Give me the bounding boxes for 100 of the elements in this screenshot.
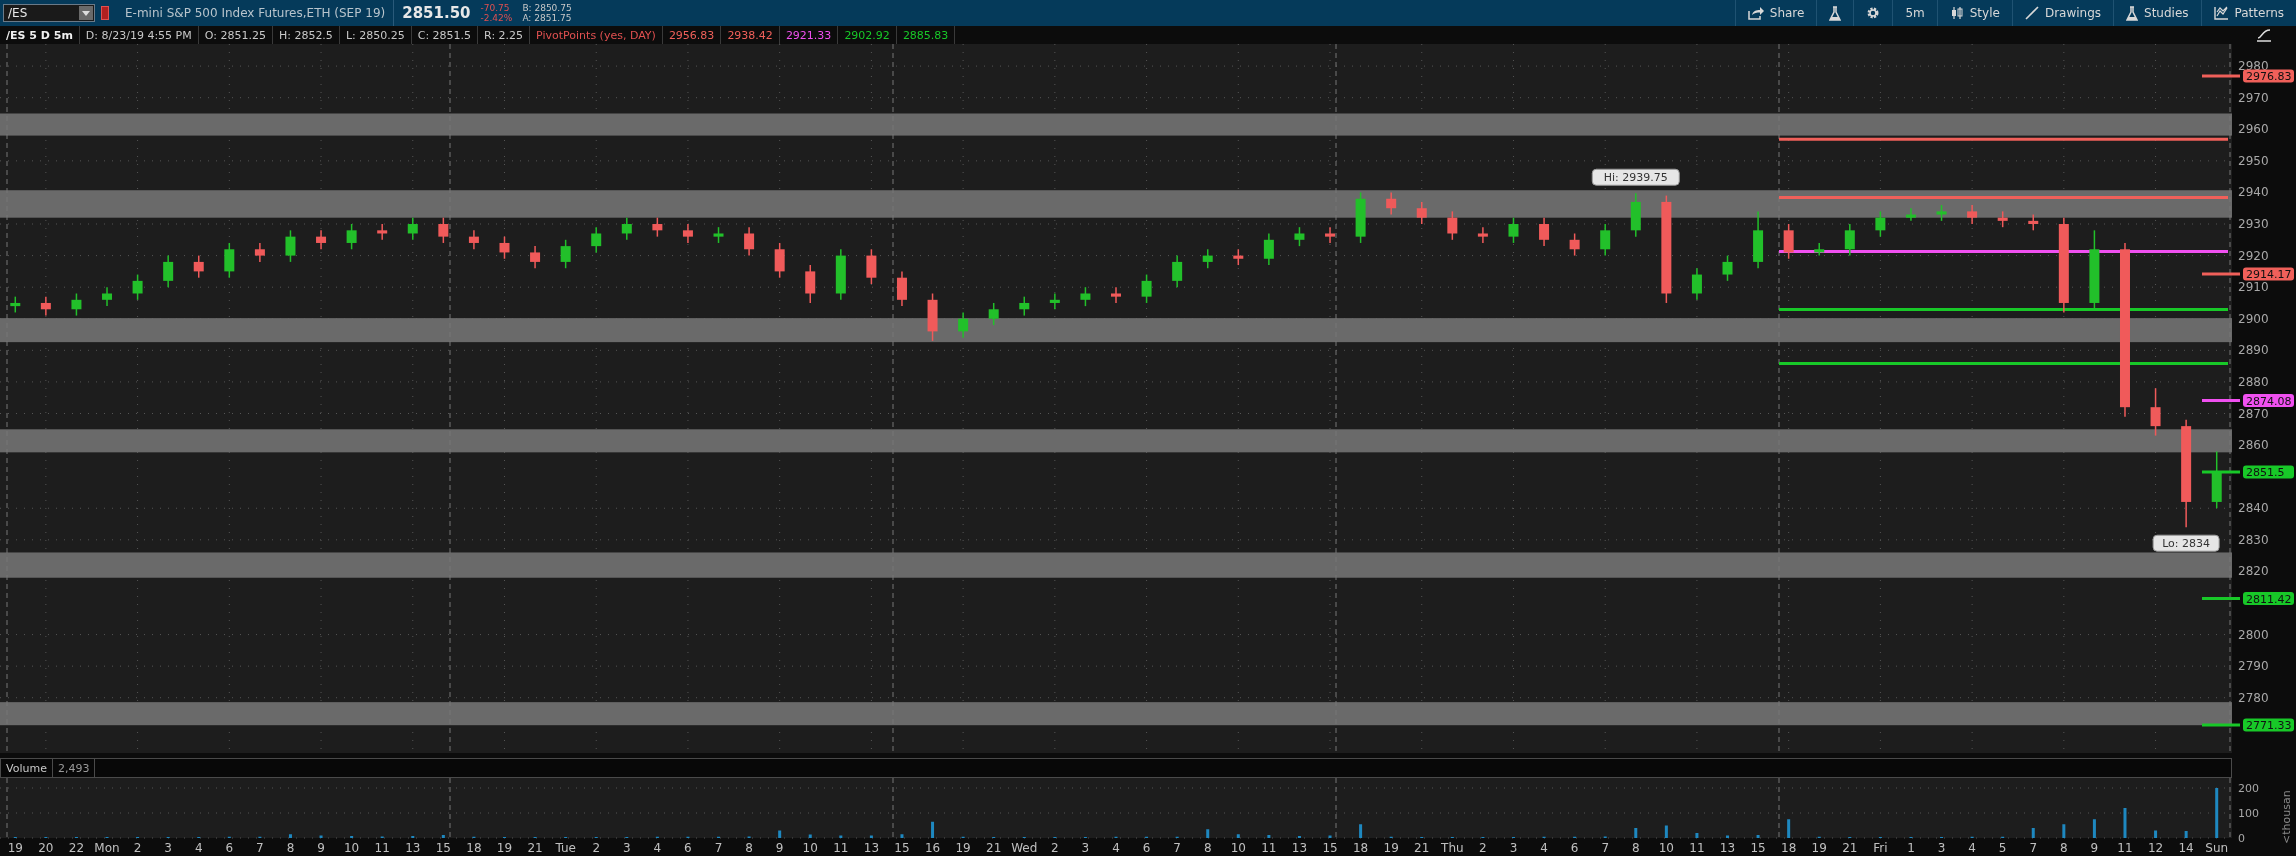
time-axis-label: 4 <box>194 841 203 855</box>
volume-value: 2,493 <box>52 759 96 777</box>
time-axis-label: 18 <box>466 841 482 855</box>
symbol-field[interactable]: /ES <box>3 4 95 22</box>
time-axis-label: 8 <box>2060 841 2068 855</box>
ask-price: A: 2851.75 <box>522 13 572 23</box>
net-change: -70.75 <box>480 3 511 13</box>
price-tag: 2851.5 <box>2243 465 2294 479</box>
time-axis-label: 21 <box>527 841 543 855</box>
time-axis-label: 21 <box>1414 841 1430 855</box>
time-axis-label: 4 <box>1540 841 1548 855</box>
time-axis-label: 9 <box>2090 841 2099 855</box>
time-axis-label: 21 <box>1842 841 1858 855</box>
time-axis-label: 2 <box>1479 841 1487 855</box>
price-axis-label: 2880 <box>2238 374 2269 389</box>
time-axis-label: 13 <box>863 841 880 855</box>
time-axis-label: 7 <box>1173 841 1181 855</box>
time-axis-label: 8 <box>1203 841 1212 855</box>
time-axis-label: 11 <box>2117 841 2133 855</box>
time-axis-label: 19 <box>496 841 513 855</box>
price-axis-label: 2860 <box>2238 438 2269 453</box>
time-axis-label: 10 <box>1230 841 1246 855</box>
price-axis-label: 2830 <box>2238 532 2269 547</box>
time-axis-label: 11 <box>833 841 849 855</box>
bid-price: B: 2850.75 <box>522 3 572 13</box>
time-axis-label: 7 <box>2029 841 2038 855</box>
time-axis-label: 9 <box>775 841 784 855</box>
time-axis-label: 15 <box>894 841 910 855</box>
price-axis-label: 2940 <box>2238 185 2269 200</box>
time-axis-label: 18 <box>1781 841 1797 855</box>
time-axis-label: 11 <box>374 841 390 855</box>
price-axis-label: 2960 <box>2238 122 2269 137</box>
time-axis-label: 6 <box>225 841 234 855</box>
time-axis-label: 12 <box>2147 841 2164 855</box>
time-axis-label: 10 <box>344 841 360 855</box>
time-axis-label: 13 <box>1719 841 1736 855</box>
percent-change: -2.42% <box>480 13 513 23</box>
time-axis-label: 22 <box>68 841 85 855</box>
volume-axis-label: 100 <box>2238 807 2259 820</box>
price-tag: 2874.08 <box>2243 394 2294 408</box>
time-axis-label: 2 <box>133 841 142 855</box>
time-axis-label: 19 <box>1811 841 1827 855</box>
time-axis-label: 3 <box>1509 841 1518 855</box>
price-axis-label: 2790 <box>2238 659 2269 674</box>
time-axis-label: 3 <box>164 841 172 855</box>
time-axis-label: 3 <box>1937 841 1946 855</box>
time-axis-label: 9 <box>317 841 325 855</box>
time-axis-label: 6 <box>1142 841 1151 855</box>
time-axis-label: 2 <box>1051 841 1059 855</box>
time-axis-label: 8 <box>745 841 753 855</box>
time-axis-label: 6 <box>1570 841 1579 855</box>
price-callout: Lo: 2834 <box>2152 534 2220 552</box>
volume-axis-label: 200 <box>2238 782 2259 795</box>
time-axis-label: 15 <box>1750 841 1766 855</box>
annotation: Lo: 2834 <box>2162 537 2211 551</box>
time-axis-label: Mon <box>94 841 120 855</box>
time-axis-label: 11 <box>1261 841 1277 855</box>
volume-axis-label: 0 <box>2238 832 2245 845</box>
time-axis-label: 14 <box>2178 841 2194 855</box>
time-axis-label: 19 <box>955 841 971 855</box>
time-axis-label: 4 <box>1112 841 1120 855</box>
time-axis-label: 20 <box>38 841 54 855</box>
instrument-description: E-mini S&P 500 Index Futures,ETH (SEP 19) <box>125 6 386 20</box>
time-axis-label: 13 <box>1291 841 1308 855</box>
price-tag: 2811.42 <box>2243 592 2294 606</box>
time-axis-label: 1 <box>1907 841 1915 855</box>
time-axis-label: 2 <box>592 841 601 855</box>
price-axis-label: 2970 <box>2238 90 2269 105</box>
volume-unit-label: <thousan <box>2280 790 2293 844</box>
time-axis-label: 18 <box>1352 841 1369 855</box>
price-callout: Hi: 2939.75 <box>1591 168 1680 186</box>
price-axis-label: 2780 <box>2238 690 2269 705</box>
time-axis-label: 7 <box>256 841 264 855</box>
price-axis-label: 2950 <box>2238 153 2269 168</box>
time-axis-label: 7 <box>714 841 723 855</box>
time-axis-label: 10 <box>802 841 818 855</box>
price-axis-label: 2920 <box>2238 248 2269 263</box>
time-axis-label: 10 <box>1658 841 1674 855</box>
time-axis-label: 15 <box>1322 841 1338 855</box>
time-axis-label: 19 <box>7 841 23 855</box>
time-axis-label: Thu <box>1441 841 1464 855</box>
time-axis-label: 15 <box>435 841 451 855</box>
time-axis-label: 13 <box>405 841 421 855</box>
price-axis-label: 2910 <box>2238 280 2269 295</box>
time-axis-label: 19 <box>1383 841 1399 855</box>
time-axis-label: Tue <box>555 841 576 855</box>
time-axis-label: 7 <box>1601 841 1610 855</box>
price-axis-label: 2840 <box>2238 501 2269 516</box>
annotation: Hi: 2939.75 <box>1603 171 1668 185</box>
time-axis-label: 16 <box>924 841 941 855</box>
time-axis-label: Fri <box>1873 841 1888 855</box>
price-axis-label: 2930 <box>2238 217 2269 231</box>
time-axis-label: 8 <box>286 841 295 855</box>
price-axis-label: 2890 <box>2238 343 2269 358</box>
time-axis-label: 21 <box>986 841 1002 855</box>
time-axis-label: 3 <box>622 841 631 855</box>
last-price: 2851.50 <box>402 4 471 22</box>
time-axis-label: 6 <box>684 841 692 855</box>
price-axis-label: 2900 <box>2238 311 2269 326</box>
time-axis-label: 5 <box>1998 841 2007 855</box>
